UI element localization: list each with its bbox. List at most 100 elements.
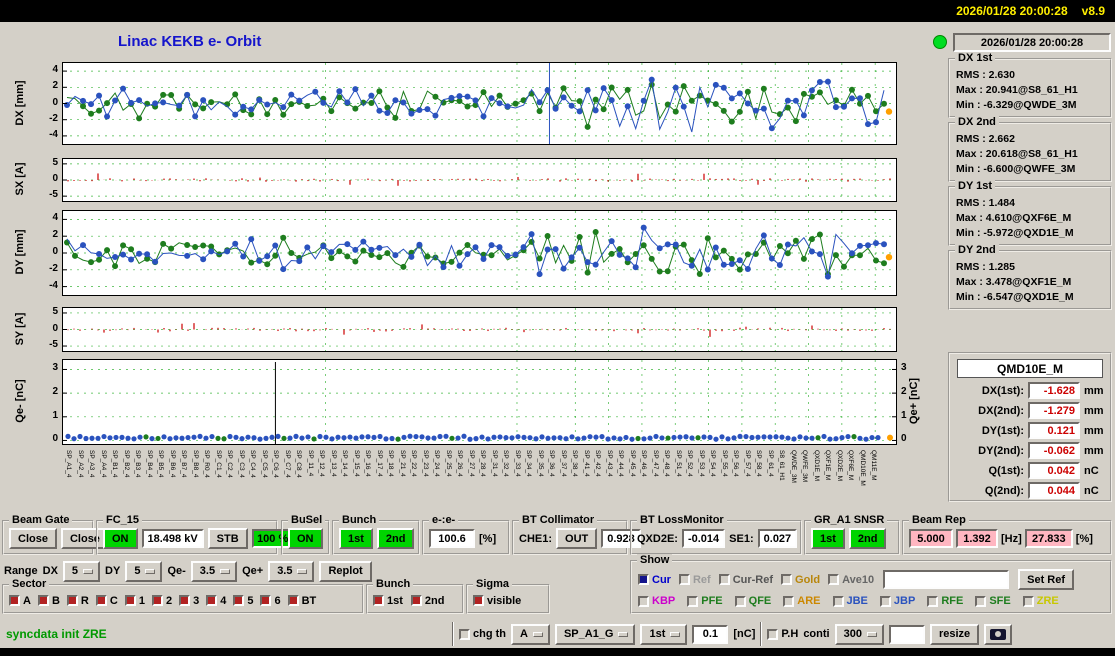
sector-item-2[interactable]: 2 (151, 595, 172, 607)
x-axis-label: SP_16_4 (364, 450, 372, 477)
show-checkbox-ave10[interactable] (828, 574, 840, 585)
show-item-cur[interactable]: Cur (638, 574, 671, 586)
bunch-select-checkbox-1st[interactable] (373, 595, 384, 606)
show-region-checkbox-jbp[interactable] (879, 595, 891, 607)
show-region-checkbox-qfe[interactable] (734, 595, 746, 607)
bunch-2nd-button[interactable]: 2nd (376, 528, 415, 549)
sp-select[interactable]: SP_A1_G (554, 623, 636, 645)
replot-button[interactable]: Replot (319, 560, 372, 582)
show-region-item-zre[interactable]: ZRE (1022, 595, 1059, 607)
show-item-cur-ref[interactable]: Cur-Ref (718, 573, 774, 586)
show-region-checkbox-kbp[interactable] (638, 595, 649, 607)
se1-label: SE1: (729, 532, 754, 545)
show-region-checkbox-jbe[interactable] (832, 595, 844, 607)
resize-button[interactable]: resize (929, 623, 980, 645)
sector-a-select[interactable]: A (511, 623, 550, 645)
tick-label: 0 (52, 433, 58, 445)
sector-checkbox-bt[interactable] (287, 595, 299, 606)
bunch-select-item-1st[interactable]: 1st (373, 595, 403, 607)
show-region-item-qfe[interactable]: QFE (734, 595, 771, 607)
show-region-item-pfe[interactable]: PFE (687, 595, 723, 607)
show-checkbox-ref[interactable] (678, 574, 690, 585)
threshold-field[interactable]: 0.1 (692, 624, 729, 644)
fc15-stb-button[interactable]: STB (207, 528, 248, 549)
ph-checkbox[interactable] (767, 628, 779, 640)
sector-item-3[interactable]: 3 (179, 595, 199, 607)
beam-gate-close1-button[interactable]: Close (9, 528, 57, 549)
gr-snsr-2nd-button[interactable]: 2nd (848, 528, 887, 549)
tick-label: 0 (52, 96, 58, 108)
gr-snsr-1st-button[interactable]: 1st (811, 528, 845, 549)
show-checkbox-cur-ref[interactable] (718, 574, 730, 585)
show-item-ref[interactable]: Ref (678, 574, 711, 586)
sector-checkbox-1[interactable] (124, 595, 136, 606)
sector-item-b[interactable]: B (37, 595, 60, 607)
show-label: Cur-Ref (732, 573, 774, 586)
sector-item-6[interactable]: 6 (260, 595, 281, 607)
busel-on-button[interactable]: ON (288, 528, 323, 549)
range-qem-select[interactable]: 3.5 (190, 560, 238, 582)
sector-checkbox-4[interactable] (206, 595, 218, 606)
blank-input[interactable] (888, 624, 925, 644)
show-region-checkbox-pfe[interactable] (687, 595, 699, 607)
sector-checkbox-b[interactable] (37, 595, 49, 606)
chg-th-label: chg th (473, 628, 506, 640)
show-item-gold[interactable]: Gold (781, 574, 820, 586)
show-item-ave10[interactable]: Ave10 (828, 574, 874, 586)
monitor-row-label: Q(2nd): (984, 484, 1024, 497)
sector-item-c[interactable]: C (95, 595, 118, 607)
chg-th-checkbox[interactable] (459, 628, 470, 640)
stats-line: Max : 20.941@S8_61_H1 (956, 84, 1078, 96)
sector-item-4[interactable]: 4 (206, 595, 226, 607)
bunch-1st-select[interactable]: 1st (640, 623, 688, 645)
show-region-item-sfe[interactable]: SFE (975, 595, 1011, 607)
show-region-item-jbe[interactable]: JBE (832, 595, 868, 607)
snapshot-button[interactable] (984, 623, 1013, 645)
sector-checkbox-3[interactable] (179, 595, 191, 606)
range-qep-select[interactable]: 3.5 (268, 560, 315, 582)
show-region-item-jbp[interactable]: JBP (879, 595, 915, 607)
show-checkbox-cur[interactable] (638, 574, 649, 585)
sector-label: 5 (247, 594, 254, 607)
sigma-label: visible (487, 594, 522, 607)
show-region-checkbox-rfe[interactable] (927, 595, 939, 607)
sector-checkbox-2[interactable] (151, 595, 163, 606)
sector-item-5[interactable]: 5 (233, 595, 253, 607)
sector-label: R (80, 594, 89, 607)
sector-item-a[interactable]: A (9, 595, 31, 607)
sigma-item-visible[interactable]: visible (473, 595, 521, 607)
sector-item-bt[interactable]: BT (287, 595, 316, 607)
range-dx-select[interactable]: 5 (62, 560, 101, 582)
bunch-1st-button[interactable]: 1st (339, 528, 373, 549)
bunch-select-item-2nd[interactable]: 2nd (410, 595, 444, 607)
ref-name-input[interactable] (883, 570, 1010, 589)
sigma-checkbox-visible[interactable] (473, 595, 484, 606)
bunch-select-checkbox-2nd[interactable] (410, 595, 422, 606)
che1-out-button[interactable]: OUT (556, 528, 598, 549)
show-region-item-rfe[interactable]: RFE (927, 595, 963, 607)
sector-checkbox-6[interactable] (260, 595, 272, 606)
tick-label: 0 (52, 173, 58, 184)
show-label: Cur (652, 573, 671, 586)
show-region-item-are[interactable]: ARE (783, 595, 821, 607)
ph-checkbox-item[interactable]: P.H (767, 628, 798, 640)
show-region-checkbox-zre[interactable] (1022, 595, 1034, 607)
sector-checkbox-5[interactable] (233, 595, 245, 606)
fc15-on-button[interactable]: ON (103, 528, 138, 549)
monitor-row-label: Q(1st): (988, 464, 1024, 477)
show-region-checkbox-are[interactable] (783, 595, 795, 607)
interval-select[interactable]: 300 (834, 623, 884, 645)
set-ref-button[interactable]: Set Ref (1018, 569, 1075, 590)
sector-item-1[interactable]: 1 (124, 595, 145, 607)
sector-checkbox-c[interactable] (95, 595, 107, 606)
show-region-checkbox-sfe[interactable] (975, 595, 987, 607)
show-checkbox-gold[interactable] (781, 574, 793, 585)
x-axis-label: SP_42_4 (594, 450, 602, 477)
sector-item-r[interactable]: R (66, 594, 89, 607)
sector-checkbox-a[interactable] (9, 595, 20, 606)
show-region-item-kbp[interactable]: KBP (638, 595, 675, 607)
plot-dx (62, 62, 897, 145)
sector-checkbox-r[interactable] (66, 595, 78, 606)
chg-th-checkbox-item[interactable]: chg th (459, 628, 506, 640)
range-dy-select[interactable]: 5 (125, 560, 163, 582)
